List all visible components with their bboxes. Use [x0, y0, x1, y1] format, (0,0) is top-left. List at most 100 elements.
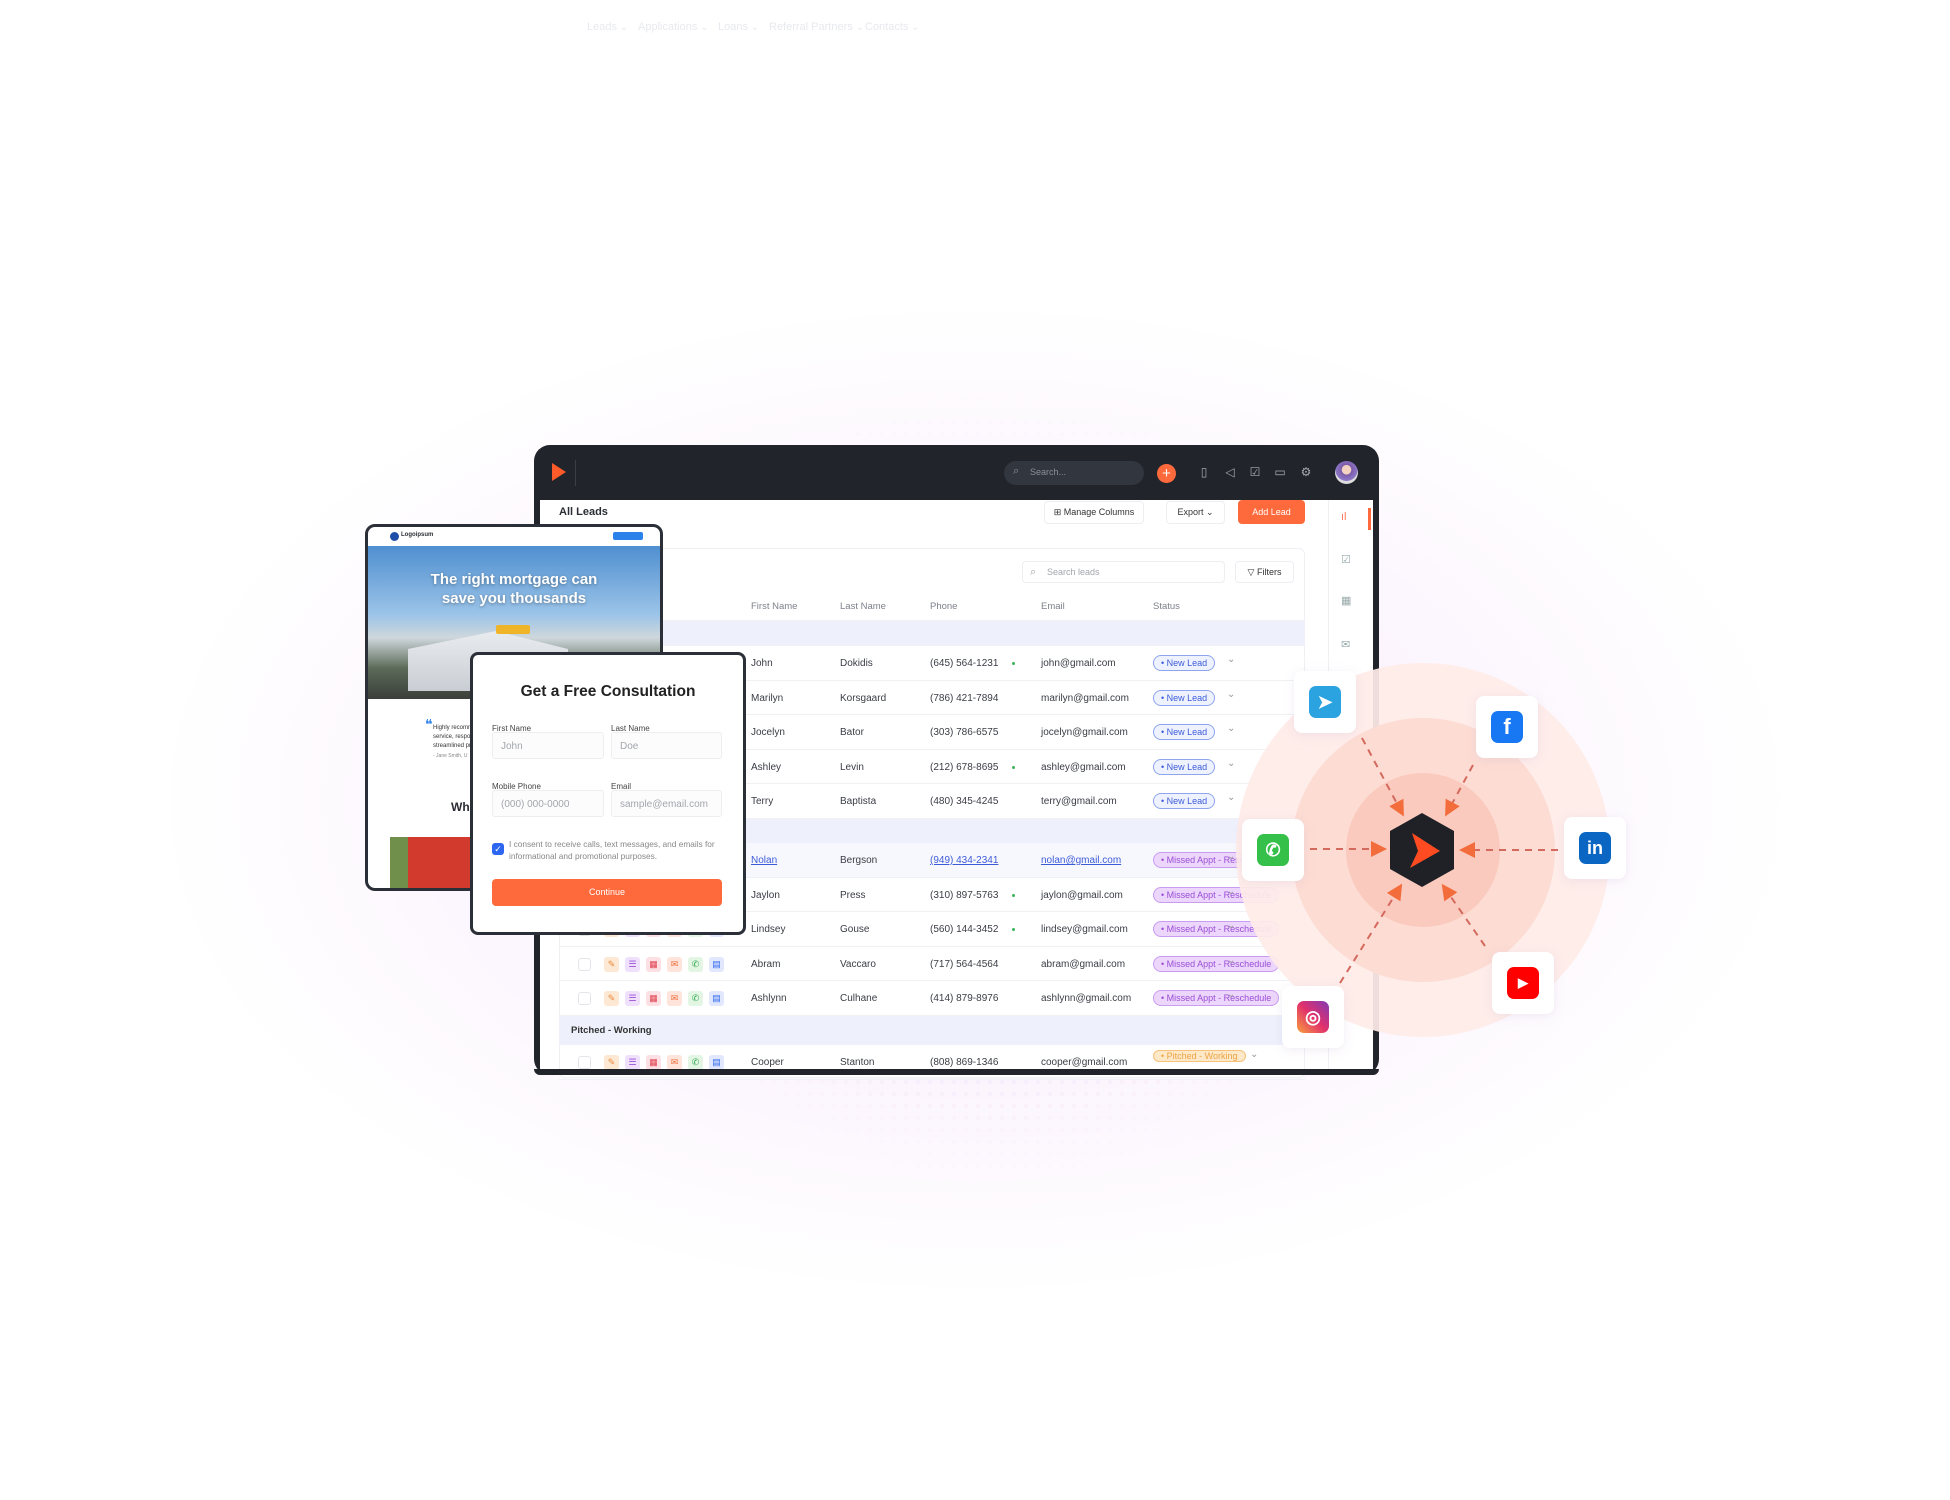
status-badge[interactable]: • New Lead	[1153, 724, 1216, 741]
phone: (480) 345-4245	[930, 796, 999, 808]
online-indicator	[1012, 893, 1015, 897]
email: marilyn@gmail.com	[1041, 692, 1129, 704]
search-leads-input[interactable]: ⌕ Search leads	[1022, 561, 1225, 583]
first-name: Ashley	[751, 761, 782, 773]
nav-applications[interactable]: Applications	[638, 21, 709, 33]
calendar-icon[interactable]: ▦	[646, 956, 661, 972]
email-input[interactable]: sample@email.com	[611, 790, 722, 817]
monitor-icon[interactable]: ▭	[1272, 464, 1288, 480]
note-icon[interactable]: ✎	[604, 956, 619, 972]
youtube-arrow	[1441, 883, 1486, 947]
gear-icon[interactable]: ⚙	[1298, 464, 1314, 480]
first-name-input[interactable]: John	[492, 732, 604, 759]
mobile-phone-input[interactable]: (000) 000-0000	[492, 790, 604, 817]
phone-icon[interactable]: ✆	[688, 956, 703, 972]
continue-button[interactable]: Continue	[492, 879, 722, 906]
nav-referral-partners[interactable]: Referral Partners	[769, 21, 864, 33]
app-logo[interactable]	[552, 463, 566, 481]
column-phone[interactable]: Phone	[930, 601, 957, 612]
telegram-tile: ➤	[1294, 671, 1356, 733]
whatsapp-icon: ✆	[1257, 834, 1289, 866]
checklist-icon[interactable]: ☑	[1247, 464, 1263, 480]
last-name: Bergson	[840, 855, 878, 866]
calendar-icon[interactable]: ▦	[646, 1055, 661, 1070]
search-placeholder: Search...	[1030, 467, 1067, 477]
checklist-icon[interactable]: ☰	[625, 956, 640, 972]
chart-icon[interactable]: ıl	[1341, 511, 1347, 523]
checklist-icon[interactable]: ☑	[1341, 553, 1351, 566]
online-indicator	[1012, 928, 1015, 932]
email[interactable]: nolan@gmail.com	[1041, 855, 1121, 866]
document-chart-icon[interactable]: ▯	[1196, 464, 1212, 480]
column-last-name[interactable]: Last Name	[840, 601, 886, 612]
group-header[interactable]	[559, 621, 1305, 646]
row-checkbox[interactable]	[578, 992, 591, 1006]
first-name: Lindsey	[751, 924, 786, 936]
calendar-icon[interactable]: ▦	[1341, 594, 1351, 607]
avatar[interactable]	[1335, 461, 1358, 484]
hero-headline: The right mortgage can save you thousands	[368, 570, 660, 608]
table-row[interactable]: ✎ ☰ ▦ ✉ ✆ ▤ Abram Vaccaro (717) 564-4564 abram@gm…	[559, 947, 1305, 982]
nav-contacts[interactable]: Contacts	[865, 21, 920, 33]
last-name-input[interactable]: Doe	[611, 732, 722, 759]
mail-icon[interactable]: ✉	[667, 991, 682, 1007]
column-email[interactable]: Email	[1041, 601, 1065, 612]
row-checkbox[interactable]	[578, 1056, 591, 1069]
filters-button[interactable]: ▽ Filters	[1235, 561, 1294, 583]
row-checkbox[interactable]	[578, 957, 591, 971]
note-icon[interactable]: ✎	[604, 991, 619, 1007]
note-icon[interactable]: ✎	[604, 1055, 619, 1070]
consent-text: I consent to receive calls, text message…	[509, 839, 715, 861]
filters-label: Filters	[1256, 567, 1282, 577]
nav-leads[interactable]: Leads	[587, 21, 628, 33]
phone: (645) 564-1231	[930, 658, 999, 669]
status-label: New Lead	[1166, 761, 1208, 772]
email: terry@gmail.com	[1041, 796, 1117, 808]
status-badge[interactable]: • New Lead	[1153, 689, 1216, 706]
headline-line-1: The right mortgage can	[430, 571, 598, 588]
checklist-icon[interactable]: ☰	[625, 1055, 640, 1070]
testimonial-author: - Jane Smith, U	[433, 753, 468, 759]
first-name[interactable]: Nolan	[751, 855, 777, 866]
calendar-icon[interactable]: ▦	[646, 991, 661, 1007]
export-button[interactable]: Export ⌄	[1166, 501, 1225, 524]
facebook-arrow	[1445, 764, 1474, 817]
status-badge[interactable]: • New Lead	[1153, 655, 1216, 671]
column-first-name[interactable]: First Name	[751, 601, 797, 612]
mail-icon[interactable]: ✉	[667, 956, 682, 972]
chat-icon[interactable]: ▤	[709, 1055, 724, 1070]
first-name: Abram	[751, 958, 781, 970]
phone[interactable]: (949) 434-2341	[930, 855, 998, 866]
column-status[interactable]: Status	[1153, 601, 1180, 612]
landing-logo: Logoipsum	[401, 532, 434, 538]
add-button[interactable]: +	[1157, 464, 1176, 483]
megaphone-icon[interactable]: ◁	[1222, 464, 1238, 480]
add-lead-button[interactable]: Add Lead	[1238, 500, 1305, 524]
linkedin-icon: in	[1579, 832, 1611, 864]
email: ashlynn@gmail.com	[1041, 993, 1132, 1005]
chat-icon[interactable]: ▤	[709, 956, 724, 972]
first-name: Jocelyn	[751, 727, 785, 739]
phone-icon[interactable]: ✆	[688, 991, 703, 1007]
phone: (560) 144-3452	[930, 924, 999, 936]
group-header[interactable]: Pitched - Working	[559, 1016, 1305, 1045]
phone: (786) 421-7894	[930, 692, 999, 704]
phone-icon[interactable]: ✆	[688, 1055, 703, 1070]
nav-loans[interactable]: Loans	[718, 21, 759, 33]
consent-checkbox[interactable]: ✓	[492, 843, 504, 855]
chat-icon[interactable]: ▤	[709, 991, 724, 1007]
last-name: Press	[840, 889, 866, 901]
manage-columns-button[interactable]: ⊞ Manage Columns	[1044, 501, 1144, 524]
hero-button	[496, 625, 530, 634]
global-search-input[interactable]: ⌕ Search...	[1004, 461, 1144, 485]
whatsapp-tile: ✆	[1242, 819, 1304, 881]
active-indicator	[1368, 508, 1371, 530]
telegram-icon: ➤	[1309, 686, 1341, 718]
consultation-form: Get a Free Consultation First Name Last …	[470, 652, 746, 935]
checklist-icon[interactable]: ☰	[625, 991, 640, 1007]
status-badge[interactable]: • New Lead	[1153, 793, 1216, 810]
last-name: Stanton	[840, 1057, 875, 1068]
mail-icon[interactable]: ✉	[667, 1055, 682, 1070]
status-badge[interactable]: • New Lead	[1153, 758, 1216, 775]
table-row[interactable]: ✎ ☰ ▦ ✉ ✆ ▤ Ashlynn Culhane (414) 879-8976 ashlyn…	[559, 981, 1305, 1016]
